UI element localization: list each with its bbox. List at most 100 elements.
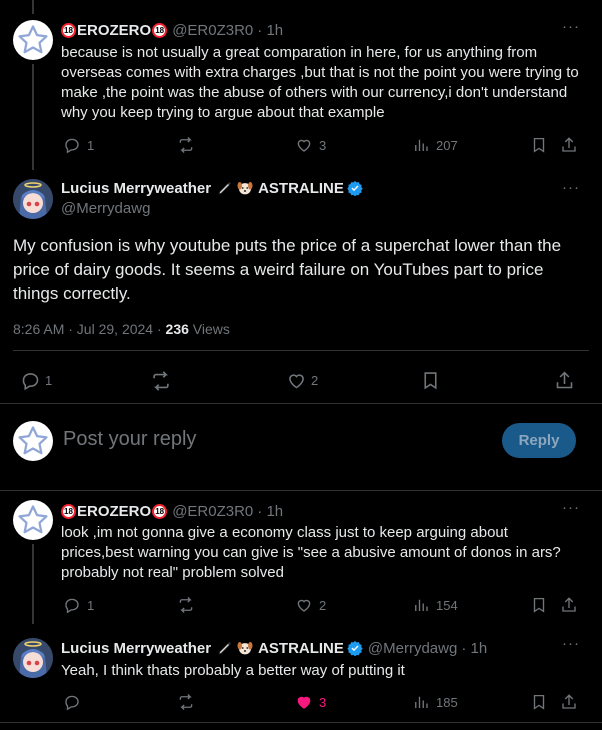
like-count: 3 [319,137,327,153]
retweet-button[interactable] [177,596,195,614]
verified-icon [347,181,363,196]
user-handle[interactable]: @Merrydawg [61,200,150,217]
reply-tweet-2[interactable]: 18 EROZERO 18 @ER0Z3R0 · 1h ··· look ,im… [0,491,602,624]
share-icon [562,137,576,152]
reply-composer: Post your reply Reply [0,404,602,490]
verified-icon [347,641,363,656]
bookmark-button[interactable] [420,370,441,391]
tweet-header: 18 EROZERO 18 @ER0Z3R0 · 1h [61,22,283,39]
tweet-header: 18 EROZERO 18 @ER0Z3R0 · 1h [61,503,283,520]
avatar[interactable] [13,500,53,540]
like-button[interactable]: 3 [295,136,326,154]
share-button[interactable] [560,693,578,711]
reply-input[interactable]: Post your reply [63,428,196,451]
reply-button[interactable] [63,693,81,711]
tweet-text: My confusion is why youtube puts the pri… [13,236,562,303]
share-button[interactable] [560,596,578,614]
bookmark-icon [533,137,545,153]
share-button[interactable] [560,136,578,154]
user-handle[interactable]: @Merrydawg [368,640,457,657]
reply-tweet-3[interactable]: Lucius Merryweather ASTRALINE @Merrydawg… [0,624,602,730]
reply-tweet-1[interactable]: 18 EROZERO 18 @ER0Z3R0 · 1h ··· because … [0,0,602,170]
bookmark-button[interactable] [530,693,548,711]
more-icon[interactable]: ··· [562,179,580,196]
display-name[interactable]: EROZERO [77,22,151,39]
badge-18-icon: 18 [61,504,76,519]
display-name-suffix[interactable]: ASTRALINE [258,640,344,657]
user-handle[interactable]: @ER0Z3R0 [172,503,253,520]
post-time[interactable]: · 1h [257,503,283,520]
heart-icon [289,374,304,389]
avatar[interactable] [13,179,53,219]
share-button[interactable] [554,370,575,391]
dog-icon [237,642,253,655]
display-name-suffix[interactable]: ASTRALINE [258,180,344,197]
post-timestamp[interactable]: 8:26 AM · Jul 29, 2024 · [13,321,166,337]
views-button[interactable]: 185 [412,693,458,711]
share-icon [556,371,573,389]
tweet-meta: 8:26 AM · Jul 29, 2024 · 236 Views [13,321,230,337]
avatar[interactable] [13,421,53,461]
badge-18-icon: 18 [61,23,76,38]
heart-icon [297,599,311,612]
bookmark-button[interactable] [530,136,548,154]
star-avatar-icon [18,426,48,455]
view-count: 185 [436,694,458,710]
retweet-button[interactable] [177,693,195,711]
avatar[interactable] [13,20,53,60]
thread-line [32,64,34,170]
display-name[interactable]: Lucius Merryweather [61,640,211,657]
post-time[interactable]: · 1h [257,22,283,39]
tweet-text: look ,im not gonna give a economy class … [61,524,561,581]
retweet-icon [153,371,169,391]
bookmark-button[interactable] [530,596,548,614]
bookmark-icon [533,694,545,710]
like-count: 2 [319,597,327,613]
reply-button[interactable]: 1 [20,370,52,391]
more-icon[interactable]: ··· [562,635,580,652]
retweet-icon [179,137,193,153]
retweet-button[interactable] [150,370,172,392]
display-name[interactable]: Lucius Merryweather [61,180,211,197]
views-button[interactable]: 154 [412,596,458,614]
focal-tweet: Lucius Merryweather ASTRALINE @Merrydawg… [0,170,602,403]
reply-button[interactable]: 1 [63,136,94,154]
views-icon [415,696,428,708]
views-label: Views [188,321,230,337]
share-icon [562,597,576,612]
reply-count: 1 [87,597,95,613]
share-icon [562,694,576,709]
views-icon [415,599,428,611]
bookmark-icon [533,597,545,613]
post-time[interactable]: · 1h [461,640,487,657]
reply-icon [65,695,79,711]
reply-icon [22,373,39,391]
action-bar: 3 185 [61,693,581,713]
pencil-icon [218,642,232,655]
like-button[interactable]: 2 [286,370,318,391]
reply-button[interactable]: 1 [63,596,94,614]
view-count: 154 [436,597,458,613]
views-icon [415,139,428,151]
like-button[interactable]: 2 [295,596,326,614]
avatar[interactable] [13,638,53,678]
pencil-icon [218,182,232,195]
views-button[interactable]: 207 [412,136,458,154]
display-name[interactable]: EROZERO [77,503,151,520]
retweet-button[interactable] [177,136,195,154]
reply-count: 1 [87,137,95,153]
divider [0,722,602,723]
thread-line [32,544,34,624]
more-icon[interactable]: ··· [562,18,580,35]
reply-submit-button[interactable]: Reply [502,423,576,458]
views-count: 236 [165,321,189,337]
more-icon[interactable]: ··· [562,499,580,516]
user-handle[interactable]: @ER0Z3R0 [172,22,253,39]
dog-icon [237,182,253,195]
badge-18-icon: 18 [152,23,168,38]
like-button[interactable]: 3 [295,693,326,711]
tweet-header: Lucius Merryweather ASTRALINE @Merrydawg… [61,639,487,657]
anime-avatar-icon [13,638,53,678]
view-count: 207 [436,137,458,153]
action-bar: 1 3 207 [61,136,581,156]
